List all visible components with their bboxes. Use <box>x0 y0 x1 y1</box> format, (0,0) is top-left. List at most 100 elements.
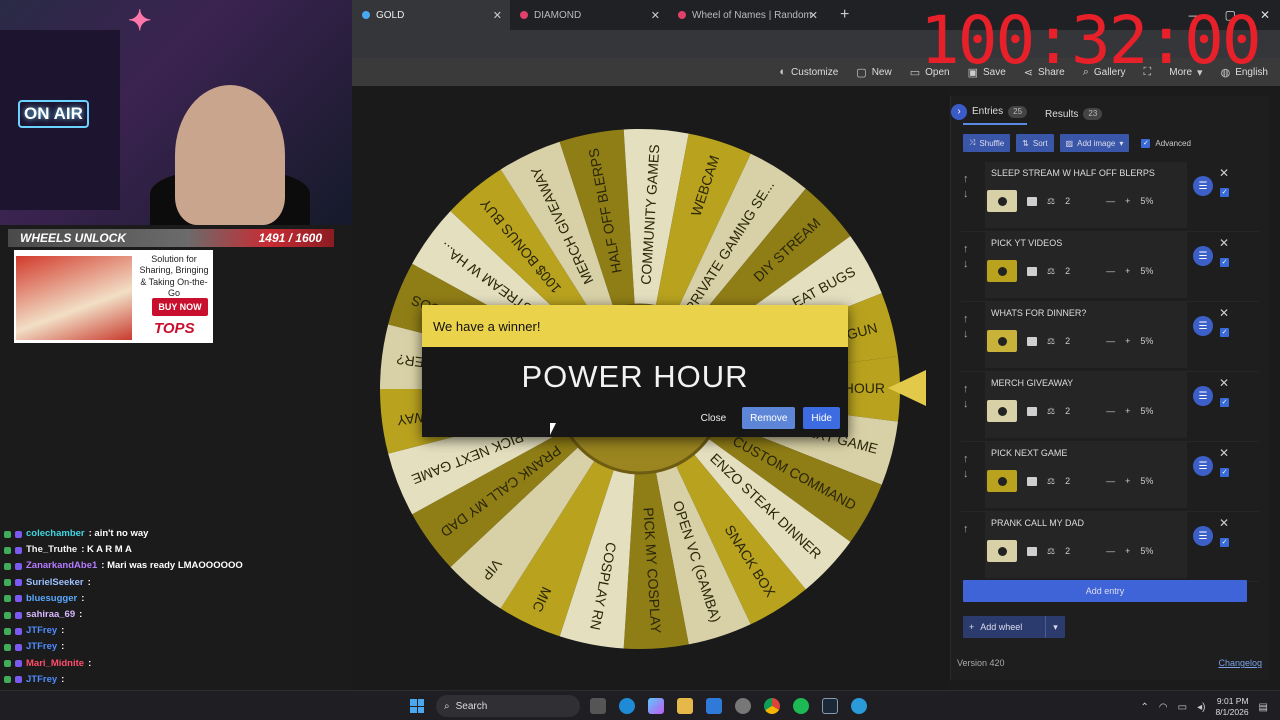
image-icon[interactable] <box>1027 336 1037 346</box>
customize-button[interactable]: ◐ Customize <box>779 66 838 78</box>
increment-icon[interactable]: + <box>1125 336 1130 346</box>
tab-wheel-of-names[interactable]: Wheel of Names | Random name ✕ <box>668 0 826 30</box>
entry-settings-icon[interactable]: ☰ <box>1193 526 1213 546</box>
tab-results[interactable]: Results 23 <box>1045 108 1103 120</box>
chevron-down-icon[interactable]: ▾ <box>1045 616 1065 638</box>
chat-username[interactable]: sahiraa_69 <box>26 607 75 623</box>
entry-weight[interactable]: 2 <box>1065 406 1070 416</box>
entry-name[interactable]: MERCH GIVEAWAY <box>991 378 1073 388</box>
move-down-icon[interactable]: ↓ <box>963 257 969 272</box>
entry-enabled-checkbox[interactable]: ✓ <box>1220 398 1229 407</box>
xbox-icon[interactable] <box>735 698 751 714</box>
increment-icon[interactable]: + <box>1125 406 1130 416</box>
entry-color-swatch[interactable] <box>987 190 1017 212</box>
entry-name[interactable]: SLEEP STREAM W HALF OFF BLERPS <box>991 168 1155 178</box>
chat-username[interactable]: colechamber <box>26 526 85 542</box>
decrement-icon[interactable]: — <box>1106 546 1115 556</box>
image-icon[interactable] <box>1027 546 1037 556</box>
ad-buy-button[interactable]: BUY NOW <box>152 298 208 316</box>
entry-enabled-checkbox[interactable]: ✓ <box>1220 538 1229 547</box>
file-explorer-icon[interactable] <box>590 698 606 714</box>
decrement-icon[interactable]: — <box>1106 266 1115 276</box>
entry-enabled-checkbox[interactable]: ✓ <box>1220 258 1229 267</box>
entry-enabled-checkbox[interactable]: ✓ <box>1220 328 1229 337</box>
image-icon[interactable] <box>1027 476 1037 486</box>
remove-entry-icon[interactable]: ✕ <box>1219 236 1229 250</box>
remove-entry-icon[interactable]: ✕ <box>1219 166 1229 180</box>
clock[interactable]: 9:01 PM 8/1/2026 <box>1215 696 1248 718</box>
chat-username[interactable]: Mari_Midnite <box>26 656 84 672</box>
chat-username[interactable]: JTFrey <box>26 639 57 655</box>
shuffle-button[interactable]: ⤨ Shuffle <box>963 134 1011 152</box>
new-tab-button[interactable]: + <box>840 6 849 24</box>
entry-color-swatch[interactable] <box>987 330 1017 352</box>
advanced-toggle[interactable]: ✓ Advanced <box>1141 138 1191 148</box>
spotify-icon[interactable] <box>793 698 809 714</box>
store-icon[interactable] <box>706 698 722 714</box>
taskbar-search[interactable]: ⌕ Search <box>436 695 580 717</box>
sort-button[interactable]: ⇅ Sort <box>1016 134 1054 152</box>
close-tab-icon[interactable]: ✕ <box>651 9 660 22</box>
move-up-icon[interactable]: ↑ <box>963 522 969 537</box>
entry-weight[interactable]: 2 <box>1065 476 1070 486</box>
new-button[interactable]: ▢ New <box>856 66 891 79</box>
decrement-icon[interactable]: — <box>1106 196 1115 206</box>
close-tab-icon[interactable]: ✕ <box>493 9 502 22</box>
decrement-icon[interactable]: — <box>1106 476 1115 486</box>
entry-name[interactable]: WHATS FOR DINNER? <box>991 308 1086 318</box>
increment-icon[interactable]: + <box>1125 196 1130 206</box>
chat-username[interactable]: ZanarkandAbe1 <box>26 558 97 574</box>
move-down-icon[interactable]: ↓ <box>963 467 969 482</box>
decrement-icon[interactable]: — <box>1106 336 1115 346</box>
changelog-link[interactable]: Changelog <box>1218 658 1262 668</box>
move-up-icon[interactable]: ↑ <box>963 172 969 187</box>
add-image-button[interactable]: ▨ Add image ▾ <box>1059 134 1130 152</box>
network-icon[interactable]: ◠ <box>1159 702 1168 713</box>
remove-button[interactable]: Remove <box>742 407 796 429</box>
entry-weight[interactable]: 2 <box>1065 196 1070 206</box>
increment-icon[interactable]: + <box>1125 266 1130 276</box>
increment-icon[interactable]: + <box>1125 546 1130 556</box>
entry-weight[interactable]: 2 <box>1065 546 1070 556</box>
entry-name[interactable]: PICK NEXT GAME <box>991 448 1067 458</box>
steam-icon[interactable] <box>822 698 838 714</box>
entry-color-swatch[interactable] <box>987 470 1017 492</box>
move-down-icon[interactable]: ↓ <box>963 187 969 202</box>
volume-icon[interactable]: ◂) <box>1197 702 1205 713</box>
tab-entries[interactable]: › Entries 25 <box>951 103 1028 125</box>
entry-settings-icon[interactable]: ☰ <box>1193 176 1213 196</box>
entry-settings-icon[interactable]: ☰ <box>1193 386 1213 406</box>
remove-entry-icon[interactable]: ✕ <box>1219 516 1229 530</box>
remove-entry-icon[interactable]: ✕ <box>1219 306 1229 320</box>
entry-color-swatch[interactable] <box>987 400 1017 422</box>
entry-settings-icon[interactable]: ☰ <box>1193 316 1213 336</box>
chat-username[interactable]: JTFrey <box>26 672 57 688</box>
add-wheel-button[interactable]: + Add wheel ▾ <box>963 616 1065 638</box>
display-icon[interactable]: ▭ <box>1178 702 1187 713</box>
entry-settings-icon[interactable]: ☰ <box>1193 456 1213 476</box>
tab-gold[interactable]: GOLD ✕ <box>352 0 510 30</box>
entry-weight[interactable]: 2 <box>1065 266 1070 276</box>
chevron-up-icon[interactable]: ⌃ <box>1141 702 1149 713</box>
move-up-icon[interactable]: ↑ <box>963 312 969 327</box>
chat-username[interactable]: The_Truthe <box>26 542 77 558</box>
increment-icon[interactable]: + <box>1125 476 1130 486</box>
entry-enabled-checkbox[interactable]: ✓ <box>1220 188 1229 197</box>
entry-settings-icon[interactable]: ☰ <box>1193 246 1213 266</box>
entry-name[interactable]: PRANK CALL MY DAD <box>991 518 1084 528</box>
advertisement[interactable]: Solution for Sharing, Bringing & Taking … <box>14 250 213 343</box>
entry-weight[interactable]: 2 <box>1065 336 1070 346</box>
move-up-icon[interactable]: ↑ <box>963 452 969 467</box>
edge-icon[interactable] <box>619 698 635 714</box>
collapse-panel-icon[interactable]: › <box>951 103 967 120</box>
notification-icon[interactable]: ▤ <box>1259 702 1268 713</box>
move-up-icon[interactable]: ↑ <box>963 382 969 397</box>
close-window-icon[interactable]: ✕ <box>1260 8 1270 22</box>
decrement-icon[interactable]: — <box>1106 406 1115 416</box>
entry-enabled-checkbox[interactable]: ✓ <box>1220 468 1229 477</box>
image-icon[interactable] <box>1027 196 1037 206</box>
entry-name[interactable]: PICK YT VIDEOS <box>991 238 1062 248</box>
move-down-icon[interactable]: ↓ <box>963 327 969 342</box>
hide-button[interactable]: Hide <box>803 407 840 429</box>
copilot-icon[interactable] <box>648 698 664 714</box>
